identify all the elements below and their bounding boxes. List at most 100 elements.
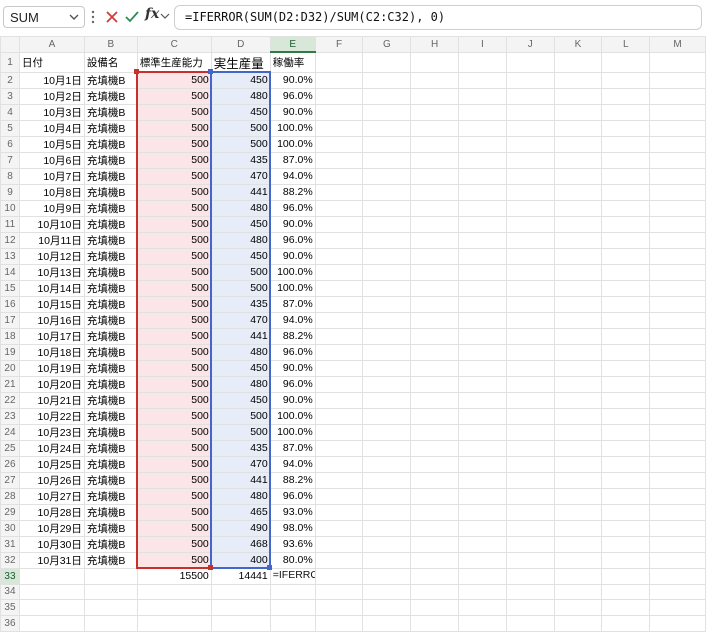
cell[interactable] [601,183,651,201]
cell[interactable] [458,119,507,137]
cell[interactable] [314,583,364,601]
cell[interactable] [601,343,651,361]
cell-equipment[interactable]: 充填機B [83,247,138,265]
cell-actual-output[interactable]: 441 [210,471,271,489]
formula-input[interactable]: =IFERROR(SUM(D2:D32)/SUM(C2:C32), 0) [174,5,702,30]
cell[interactable] [458,503,507,521]
cell[interactable] [410,407,460,425]
column-header-l[interactable]: L [601,36,651,53]
cell-utilization[interactable]: 93.6% [269,535,316,553]
cell-date[interactable]: 10月20日 [18,375,85,393]
column-header-j[interactable]: J [505,36,555,53]
row-header[interactable]: 10 [0,199,20,217]
cell[interactable] [649,167,706,185]
cell[interactable] [505,599,555,616]
cell-utilization[interactable]: 88.2% [269,183,316,201]
cell-equipment[interactable]: 充填機B [83,279,138,297]
cell-utilization[interactable]: 93.0% [269,503,316,521]
cell[interactable] [410,599,460,616]
cell-std-capacity[interactable]: 500 [136,343,212,361]
cell[interactable] [649,519,706,537]
cell[interactable] [649,535,706,553]
header-std-capacity[interactable]: 標準生産能力 [136,51,212,73]
row-header[interactable]: 19 [0,343,20,361]
cell[interactable] [505,407,555,425]
cell[interactable] [601,279,651,297]
cell-actual-output[interactable]: 400 [210,551,271,569]
cell[interactable] [410,439,460,457]
cell[interactable] [410,71,460,89]
cell[interactable] [458,295,507,313]
cell-date[interactable]: 10月21日 [18,391,85,409]
cell[interactable] [410,183,460,201]
cell[interactable] [553,391,603,409]
row-header[interactable]: 7 [0,151,20,169]
cell[interactable] [601,199,651,217]
cell[interactable] [362,135,412,153]
cell[interactable] [553,247,603,265]
cell-equipment[interactable]: 充填機B [83,551,138,569]
cell[interactable] [18,615,85,632]
row-header[interactable]: 11 [0,215,20,233]
cell[interactable] [410,503,460,521]
cell[interactable] [362,51,412,73]
cell[interactable] [649,343,706,361]
cell[interactable] [18,567,85,585]
cell-date[interactable]: 10月19日 [18,359,85,377]
cell[interactable] [362,327,412,345]
row-header[interactable]: 20 [0,359,20,377]
row-header[interactable]: 16 [0,295,20,313]
cell[interactable] [362,231,412,249]
row-header[interactable]: 4 [0,103,20,121]
cell-equipment[interactable]: 充填機B [83,263,138,281]
cell[interactable] [601,327,651,345]
cell-utilization[interactable]: 90.0% [269,391,316,409]
row-header[interactable]: 21 [0,375,20,393]
column-header-c[interactable]: C [136,36,212,53]
cell[interactable] [553,375,603,393]
row-header[interactable]: 35 [0,599,20,616]
column-header-e[interactable]: E [269,36,316,54]
cell[interactable] [553,215,603,233]
row-header[interactable]: 14 [0,263,20,281]
cell[interactable] [553,167,603,185]
cell[interactable] [505,615,555,632]
cell-equipment[interactable]: 充填機B [83,471,138,489]
cell[interactable] [314,119,364,137]
cell[interactable] [458,375,507,393]
cell[interactable] [362,151,412,169]
cell[interactable] [553,295,603,313]
cell[interactable] [314,359,364,377]
cell-std-capacity[interactable]: 500 [136,279,212,297]
row-header[interactable]: 27 [0,471,20,489]
cell-equipment[interactable]: 充填機B [83,311,138,329]
cell[interactable] [362,375,412,393]
cell[interactable] [505,455,555,473]
cell-date[interactable]: 10月15日 [18,295,85,313]
name-box[interactable]: SUM [3,6,85,28]
cell-date[interactable]: 10月4日 [18,119,85,137]
cell[interactable] [505,311,555,329]
cell[interactable] [505,151,555,169]
cell-actual-output[interactable]: 500 [210,279,271,297]
cell[interactable] [458,183,507,201]
cell[interactable] [649,87,706,105]
cell[interactable] [649,311,706,329]
cell[interactable] [553,439,603,457]
cell[interactable] [601,583,651,601]
cell[interactable] [649,471,706,489]
cell-std-capacity[interactable]: 500 [136,103,212,121]
cell-utilization[interactable]: 96.0% [269,343,316,361]
cell[interactable] [649,231,706,249]
cell[interactable] [553,343,603,361]
cell[interactable] [314,615,364,632]
cell[interactable] [649,247,706,265]
cell[interactable] [458,519,507,537]
cell[interactable] [410,135,460,153]
cell[interactable] [18,599,85,616]
cell[interactable] [458,71,507,89]
row-header[interactable]: 30 [0,519,20,537]
cell[interactable] [505,343,555,361]
cell-equipment[interactable]: 充填機B [83,423,138,441]
cell[interactable] [362,215,412,233]
